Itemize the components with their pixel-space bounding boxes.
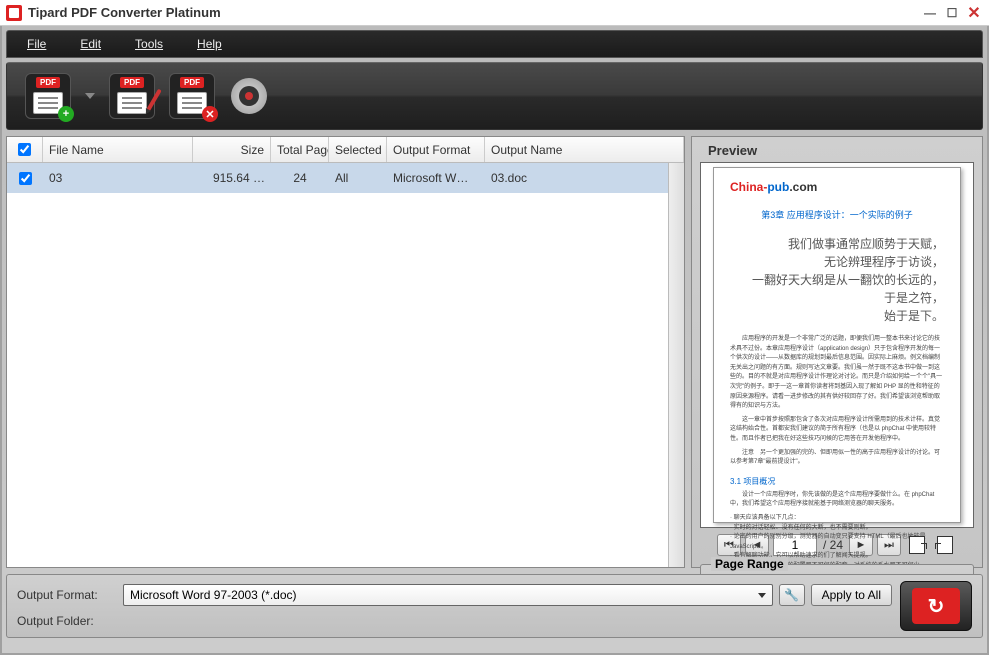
output-bar: Output Format: Microsoft Word 97-2003 (*… [6,574,983,638]
chapter-heading: 第3章 应用程序设计：一个实际的例子 [730,208,944,221]
cell-totalpage: 24 [271,171,329,185]
preview-viewport: China-pub.com 第3章 应用程序设计：一个实际的例子 我们做事通常应… [700,162,974,528]
settings-button[interactable] [229,76,269,116]
brand-logo: China-pub.com [730,180,944,194]
maximize-button[interactable]: ☐ [943,5,961,21]
table-row[interactable]: 03 915.64 … 24 All Microsoft W… 03.doc [7,163,684,193]
chevron-down-icon [758,593,766,598]
preview-panel: Preview China-pub.com 第3章 应用程序设计：一个实际的例子… [691,136,983,568]
document-page: China-pub.com 第3章 应用程序设计：一个实际的例子 我们做事通常应… [713,167,961,523]
body-para: 应用程序的开发是一个非常广泛的话题，即便我们用一整本书来讨论它的技术具不过份。本… [730,335,944,412]
output-folder-label: Output Folder: [17,614,117,628]
header-filename[interactable]: File Name [43,137,193,162]
edit-pdf-button[interactable]: PDF [109,73,155,119]
menu-file[interactable]: File [27,37,46,51]
menu-tools[interactable]: Tools [135,37,163,51]
output-format-value: Microsoft Word 97-2003 (*.doc) [130,588,297,602]
app-title: Tipard PDF Converter Platinum [28,5,921,20]
fit-width-button[interactable] [933,534,957,556]
cell-format: Microsoft W… [387,171,485,185]
add-pdf-button[interactable]: PDF + [25,73,71,119]
body-para: 这一章中首步按照那包含了条次对应用程序设计所需用到的技术计样。真觉这结构始合性。… [730,416,944,445]
pencil-icon [146,89,161,112]
convert-icon: ↻ [912,588,960,624]
header-selected[interactable]: Selected P [329,137,387,162]
app-icon [6,5,22,21]
pdf-badge-icon: PDF [180,77,204,88]
wrench-icon: 🔧 [784,588,799,602]
body-para: 设计一个应用程序时，你先该做的是这个应用程序要做什么。在 phpChat 中，我… [730,491,944,510]
menu-edit[interactable]: Edit [80,37,101,51]
header-checkbox[interactable] [7,137,43,162]
add-dropdown-arrow[interactable] [85,93,95,99]
preview-title: Preview [700,141,974,162]
intro-text: 我们做事通常应顺势于天赋，无论辨理程序于访谈，一翻好天大纲是从一翻饮的长远的，于… [730,235,944,325]
format-settings-button[interactable]: 🔧 [779,584,805,606]
cell-filename: 03 [43,171,193,185]
body-para: 注意 另一个更加强的完的、但即用似一性的高于应用程序设计的讨论。可以参考第7章"… [730,449,944,468]
pdf-badge-icon: PDF [36,77,60,88]
page-icon [937,536,953,554]
section-heading: 3.1 项目概况 [730,476,944,487]
toolbar: PDF + PDF PDF ✕ [6,62,983,130]
gear-icon [231,78,267,114]
menu-help[interactable]: Help [197,37,222,51]
plus-icon: + [58,106,74,122]
header-size[interactable]: Size [193,137,271,162]
cell-selected: All [329,171,387,185]
table-scrollbar[interactable] [668,163,684,567]
table-header: File Name Size Total Page Selected P Out… [7,137,684,163]
apply-to-all-button[interactable]: Apply to All [811,584,892,606]
page-icon [909,536,925,554]
file-table: File Name Size Total Page Selected P Out… [6,136,685,568]
row-checkbox[interactable] [7,172,43,185]
delete-icon: ✕ [202,106,218,122]
convert-button[interactable]: ↻ [900,581,972,631]
page-range-legend: Page Range [711,557,788,571]
close-button[interactable]: ✕ [965,5,983,21]
menubar: File Edit Tools Help [6,30,983,58]
header-format[interactable]: Output Format [387,137,485,162]
cell-size: 915.64 … [193,171,271,185]
cell-outname: 03.doc [485,171,684,185]
output-format-select[interactable]: Microsoft Word 97-2003 (*.doc) [123,584,773,606]
pdf-badge-icon: PDF [120,77,144,88]
titlebar: Tipard PDF Converter Platinum — ☐ ✕ [0,0,989,26]
header-totalpage[interactable]: Total Page [271,137,329,162]
output-format-label: Output Format: [17,588,117,602]
minimize-button[interactable]: — [921,5,939,21]
remove-pdf-button[interactable]: PDF ✕ [169,73,215,119]
header-outname[interactable]: Output Name [485,137,684,162]
